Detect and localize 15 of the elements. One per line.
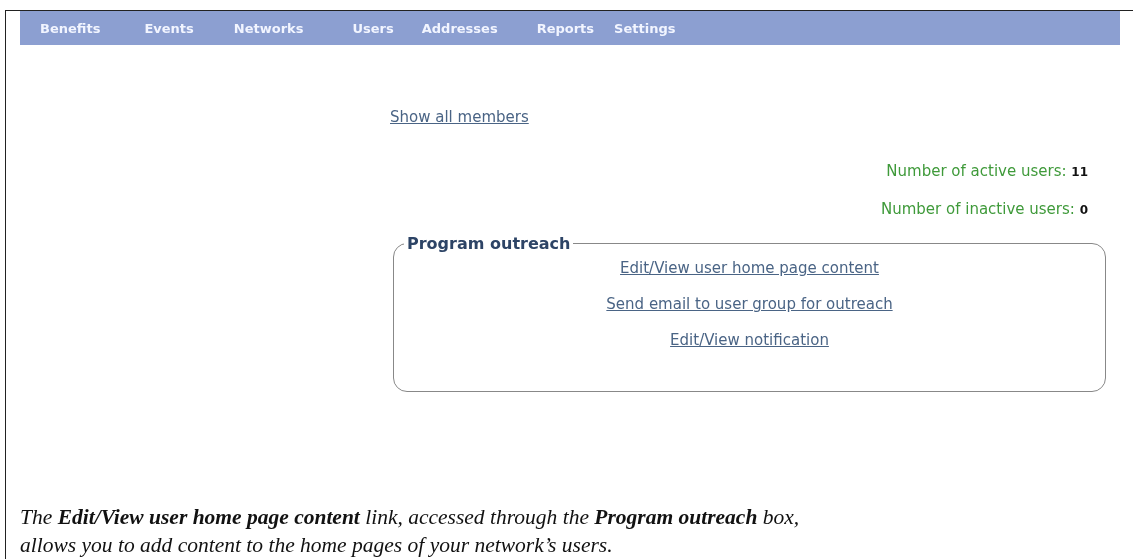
nav-tab[interactable]: Benefits	[40, 20, 101, 36]
nav-tab[interactable]: Addresses	[421, 20, 498, 36]
nav-tab[interactable]: Settings	[614, 20, 676, 36]
nav-tab[interactable]: Networks	[233, 20, 304, 36]
user-count: Number of inactive users: 0	[881, 200, 1088, 218]
outreach-link[interactable]: Edit/View notification	[670, 331, 829, 349]
outreach-link[interactable]: Send email to user group for outreach	[606, 295, 893, 313]
outreach-link[interactable]: Edit/View user home page content	[620, 259, 879, 277]
show-all-link[interactable]: Show all members	[390, 108, 529, 126]
box-legend: Program outreach	[404, 234, 574, 253]
nav-tab[interactable]: Reports	[536, 20, 595, 36]
user-count: Number of active users: 11	[886, 162, 1088, 180]
nav-tab[interactable]: Users	[352, 20, 394, 36]
figure-caption: The Edit/View user home page content link, accessed through the Program outreach box, allows you to add content to the home pages of your network’s users.	[20, 504, 800, 559]
nav-tab[interactable]: Events	[144, 20, 194, 36]
